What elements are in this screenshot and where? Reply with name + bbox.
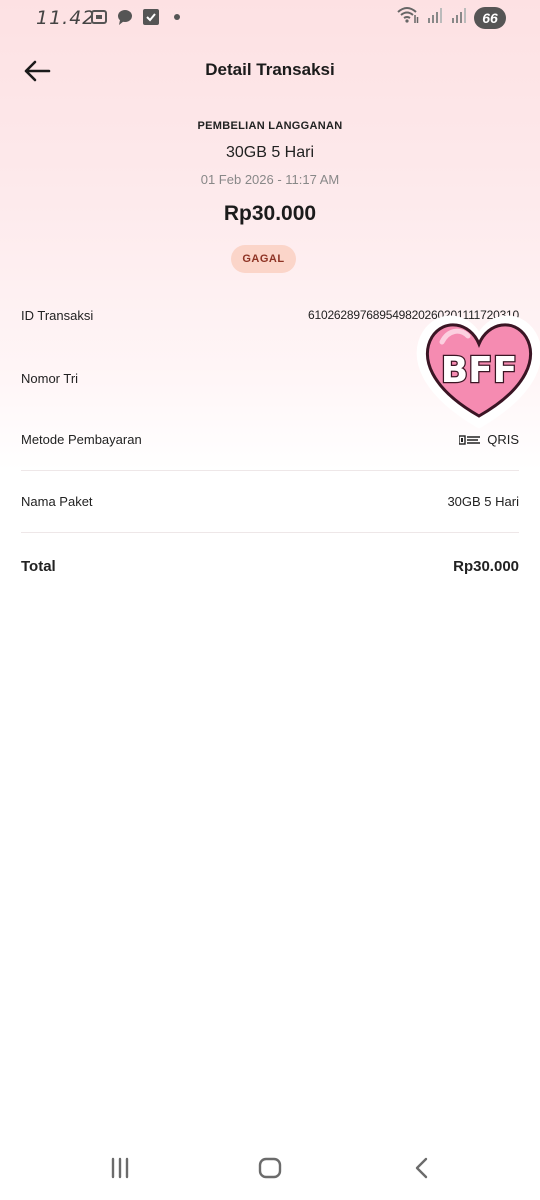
recent-apps-button[interactable] [100, 1148, 140, 1188]
package-name-value: 30GB 5 Hari [447, 494, 519, 509]
system-navigation-bar [0, 1138, 540, 1200]
signal-icon-1 [426, 6, 444, 29]
battery-indicator: 66 [474, 6, 506, 29]
home-button[interactable] [250, 1148, 290, 1188]
status-badge: GAGAL [231, 245, 296, 273]
status-time: 11.42 [36, 7, 96, 29]
transaction-datetime: 01 Feb 2026 - 11:17 AM [200, 172, 340, 187]
package-name-label: Nama Paket [21, 494, 93, 509]
product-name: 30GB 5 Hari [225, 144, 315, 161]
transaction-id-label: ID Transaksi [21, 307, 94, 323]
status-bar: 11.42 66 [0, 0, 540, 36]
notification-icons [90, 8, 186, 26]
row-total: Total Rp30.000 [21, 535, 519, 597]
app-header: Detail Transaksi [0, 48, 540, 92]
wifi-icon [396, 6, 420, 29]
total-value: Rp30.000 [453, 557, 519, 575]
signal-icon-2 [450, 6, 468, 29]
total-label: Total [21, 557, 56, 575]
payment-method-value: QRIS [487, 432, 519, 447]
bff-heart-sticker: BFF [414, 312, 540, 430]
system-icons: 66 [396, 6, 506, 29]
nomor-tri-label: Nomor Tri [21, 370, 79, 386]
screenshot-icon [90, 8, 108, 26]
chevron-left-icon [415, 1157, 428, 1179]
recent-apps-icon [111, 1157, 129, 1179]
payment-method-value-group: QRIS [459, 432, 519, 447]
qris-logo-icon [459, 434, 481, 445]
transaction-amount: Rp30.000 [223, 202, 317, 225]
chat-icon [116, 8, 134, 26]
sticker-text: BFF [441, 350, 518, 391]
page-title: Detail Transaksi [205, 60, 335, 79]
payment-method-label: Metode Pembayaran [21, 432, 142, 447]
transaction-category: PEMBELIAN LANGGANAN [197, 120, 343, 132]
row-package-name: Nama Paket 30GB 5 Hari [21, 471, 519, 533]
check-box-icon [142, 8, 160, 26]
dot-icon [168, 8, 186, 26]
system-back-button[interactable] [402, 1148, 442, 1188]
home-icon [258, 1157, 282, 1179]
